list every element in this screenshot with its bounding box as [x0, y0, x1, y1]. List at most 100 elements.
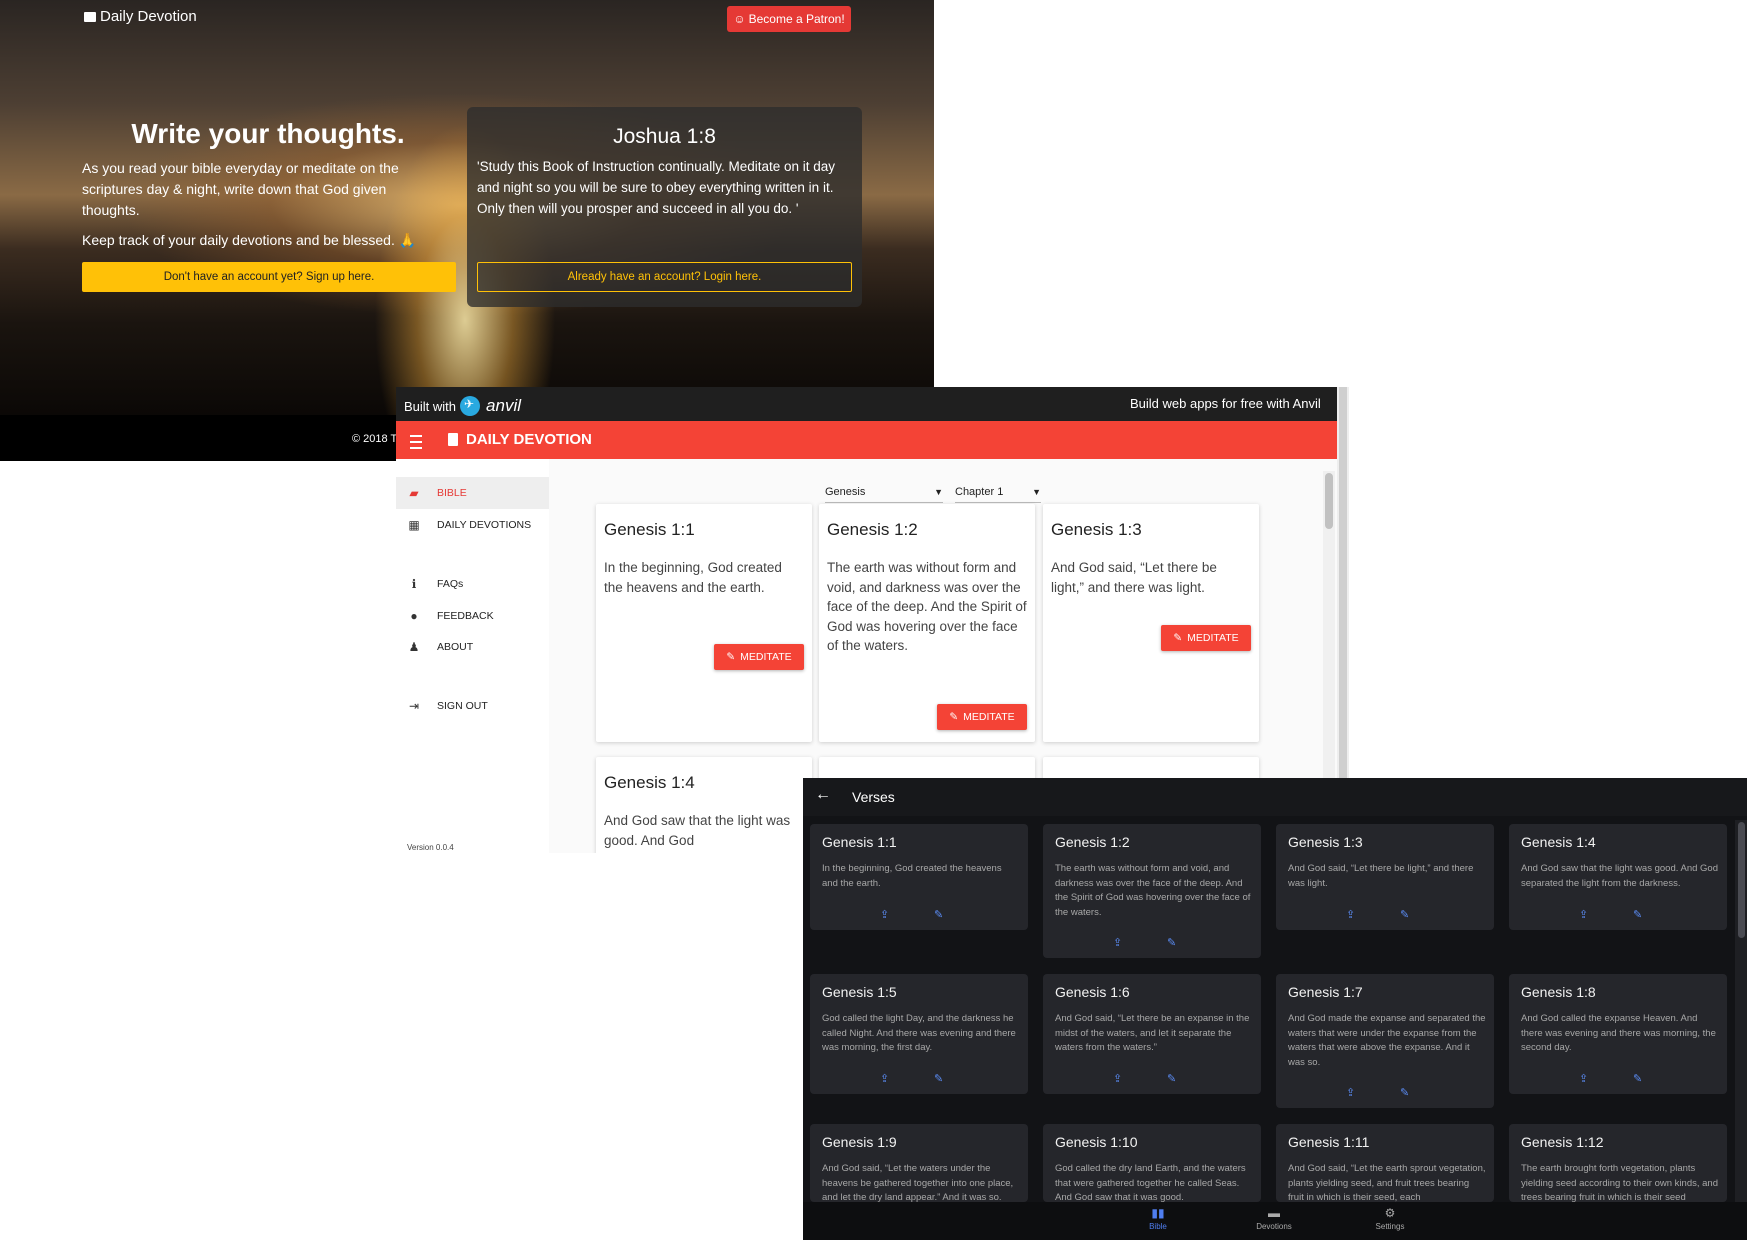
share-icon[interactable]: ⇪: [880, 908, 889, 921]
share-icon[interactable]: ⇪: [1113, 1072, 1122, 1085]
verse-card-text: The earth was without form and void, and…: [827, 560, 1027, 653]
journal-icon[interactable]: ✎: [934, 908, 943, 921]
verse-card-text: And God said, “Let the waters under the …: [822, 1163, 1014, 1202]
pencil-icon: ✎: [1173, 632, 1183, 644]
version-label: Version 0.0.4: [407, 843, 454, 852]
sidebar: ▰ BIBLE ▦ DAILY DEVOTIONS ℹ FAQs ● FEEDB…: [396, 459, 550, 853]
share-icon[interactable]: ⇪: [1346, 1086, 1355, 1099]
page-title: Verses: [852, 789, 895, 805]
sidebar-item-feedback[interactable]: ● FEEDBACK: [396, 600, 549, 632]
intro-text: As you read your bible everyday or medit…: [82, 160, 399, 218]
verse-card-title: Genesis 1:1: [822, 834, 897, 850]
app-title-text: DAILY DEVOTION: [466, 431, 592, 448]
chevron-down-icon: ▼: [1032, 487, 1041, 497]
verse-card-title: Genesis 1:2: [1055, 834, 1130, 850]
meditate-label: MEDITATE: [963, 711, 1015, 723]
verse-reference: Joshua 1:8: [613, 125, 716, 148]
anvil-logo-icon: [460, 396, 481, 416]
verse-card-title: Genesis 1:4: [604, 773, 695, 792]
sidebar-item-about[interactable]: ♟ ABOUT: [396, 631, 549, 663]
bottom-nav-settings[interactable]: ⚙ Settings: [1360, 1206, 1420, 1231]
verse-card: Genesis 1:4 And God saw that the light w…: [596, 757, 812, 853]
verse-card-title: Genesis 1:5: [822, 984, 897, 1000]
brand-link[interactable]: Daily Devotion: [84, 8, 197, 25]
sidebar-item-sign-out[interactable]: ⇥ SIGN OUT: [396, 690, 549, 722]
gear-icon: ⚙: [1384, 1206, 1396, 1220]
verse-card-title: Genesis 1:2: [827, 520, 918, 539]
verse-card-title: Genesis 1:7: [1288, 984, 1363, 1000]
share-icon[interactable]: ⇪: [1579, 1072, 1588, 1085]
verse-card-text: And God said, “Let the earth sprout vege…: [1288, 1163, 1486, 1202]
verse-card-text: And God said, “Let there be light,” and …: [1051, 560, 1217, 595]
verse-card-text: And God saw that the light was good. And…: [604, 813, 791, 848]
verse-card-title: Genesis 1:3: [1051, 520, 1142, 539]
become-patron-button[interactable]: ☺ Become a Patron!: [727, 6, 851, 32]
share-icon[interactable]: ⇪: [1346, 908, 1355, 921]
build-free-link[interactable]: Build web apps for free with Anvil: [1130, 396, 1321, 411]
verse-card: Genesis 1:3 And God said, “Let there be …: [1276, 824, 1494, 930]
verses-app-bar: [803, 778, 1747, 816]
sign-out-icon: ⇥: [408, 699, 420, 713]
book-select-value: Genesis: [825, 486, 866, 498]
verse-card-title: Genesis 1:1: [604, 520, 695, 539]
verses-scroll-thumb[interactable]: [1738, 822, 1745, 938]
bookmark-icon: ▬: [1268, 1206, 1280, 1220]
bottom-nav-label: Devotions: [1256, 1222, 1292, 1231]
journal-icon[interactable]: ✎: [1167, 936, 1176, 949]
hamburger-menu-icon[interactable]: [410, 435, 422, 449]
comments-icon: ●: [410, 609, 418, 623]
verse-text: 'Study this Book of Instruction continua…: [477, 159, 836, 216]
verse-card-title: Genesis 1:12: [1521, 1134, 1604, 1150]
book-select[interactable]: Genesis ▼: [825, 482, 943, 503]
chapter-select[interactable]: Chapter 1 ▼: [955, 482, 1041, 503]
sidebar-item-faqs[interactable]: ℹ FAQs: [396, 568, 549, 600]
verse-card: Genesis 1:5 God called the light Day, an…: [810, 974, 1028, 1094]
meditate-button[interactable]: ✎ MEDITATE: [937, 704, 1027, 730]
meditate-button[interactable]: ✎ MEDITATE: [714, 644, 804, 670]
sidebar-item-label: FAQs: [437, 578, 464, 590]
sidebar-item-bible[interactable]: ▰ BIBLE: [396, 477, 549, 509]
verse-card-text: And God saw that the light was good. And…: [1521, 863, 1718, 889]
verse-card-text: And God said, “Let there be an expanse i…: [1055, 1013, 1250, 1053]
back-arrow-icon[interactable]: ←: [815, 786, 831, 804]
verse-card: Genesis 1:7 And God made the expanse and…: [1276, 974, 1494, 1108]
verse-card-title: Genesis 1:6: [1055, 984, 1130, 1000]
built-with-anvil-link[interactable]: Built with anvil: [404, 396, 521, 416]
verse-card: Genesis 1:12 The earth brought forth veg…: [1509, 1124, 1727, 1202]
journal-icon[interactable]: ✎: [1400, 1086, 1409, 1099]
journal-icon[interactable]: ✎: [1633, 908, 1642, 921]
bottom-nav-label: Bible: [1149, 1222, 1167, 1231]
journal-icon[interactable]: ✎: [934, 1072, 943, 1085]
anvil-wordmark: anvil: [486, 396, 521, 415]
meditate-label: MEDITATE: [740, 651, 792, 663]
sidebar-item-daily-devotions[interactable]: ▦ DAILY DEVOTIONS: [396, 509, 549, 541]
login-button[interactable]: Already have an account? Login here.: [477, 262, 852, 292]
sidebar-item-label: BIBLE: [437, 487, 467, 499]
share-icon[interactable]: ⇪: [880, 1072, 889, 1085]
signup-button[interactable]: Don't have an account yet? Sign up here.: [82, 262, 456, 292]
meditate-button[interactable]: ✎ MEDITATE: [1161, 625, 1251, 651]
verse-card-title: Genesis 1:10: [1055, 1134, 1138, 1150]
verse-card: Genesis 1:4 And God saw that the light w…: [1509, 824, 1727, 930]
built-with-label: Built with: [404, 398, 457, 414]
share-icon[interactable]: ⇪: [1113, 936, 1122, 949]
meditate-label: MEDITATE: [1187, 632, 1239, 644]
document-icon: [448, 433, 458, 446]
journal-icon[interactable]: ✎: [1633, 1072, 1642, 1085]
content-scroll-thumb[interactable]: [1325, 473, 1333, 529]
verse-card: Genesis 1:9 And God said, “Let the water…: [810, 1124, 1028, 1202]
verse-card-text: The earth was without form and void, and…: [1055, 863, 1251, 918]
verse-card: Genesis 1:1 In the beginning, God create…: [810, 824, 1028, 930]
app-title: DAILY DEVOTION: [448, 431, 592, 448]
info-icon: ℹ: [411, 577, 417, 591]
journal-icon[interactable]: ✎: [1400, 908, 1409, 921]
bottom-nav-bible[interactable]: ▮▮ Bible: [1128, 1206, 1188, 1231]
keep-track-text: Keep track of your daily devotions and b…: [82, 232, 417, 248]
verse-card-title: Genesis 1:9: [822, 1134, 897, 1150]
share-icon[interactable]: ⇪: [1579, 908, 1588, 921]
verse-card: Genesis 1:6 And God said, “Let there be …: [1043, 974, 1261, 1094]
sidebar-item-label: SIGN OUT: [437, 700, 488, 712]
journal-icon[interactable]: ✎: [1167, 1072, 1176, 1085]
copyright-text: © 2018 T: [352, 433, 398, 445]
bottom-nav-devotions[interactable]: ▬ Devotions: [1244, 1206, 1304, 1231]
